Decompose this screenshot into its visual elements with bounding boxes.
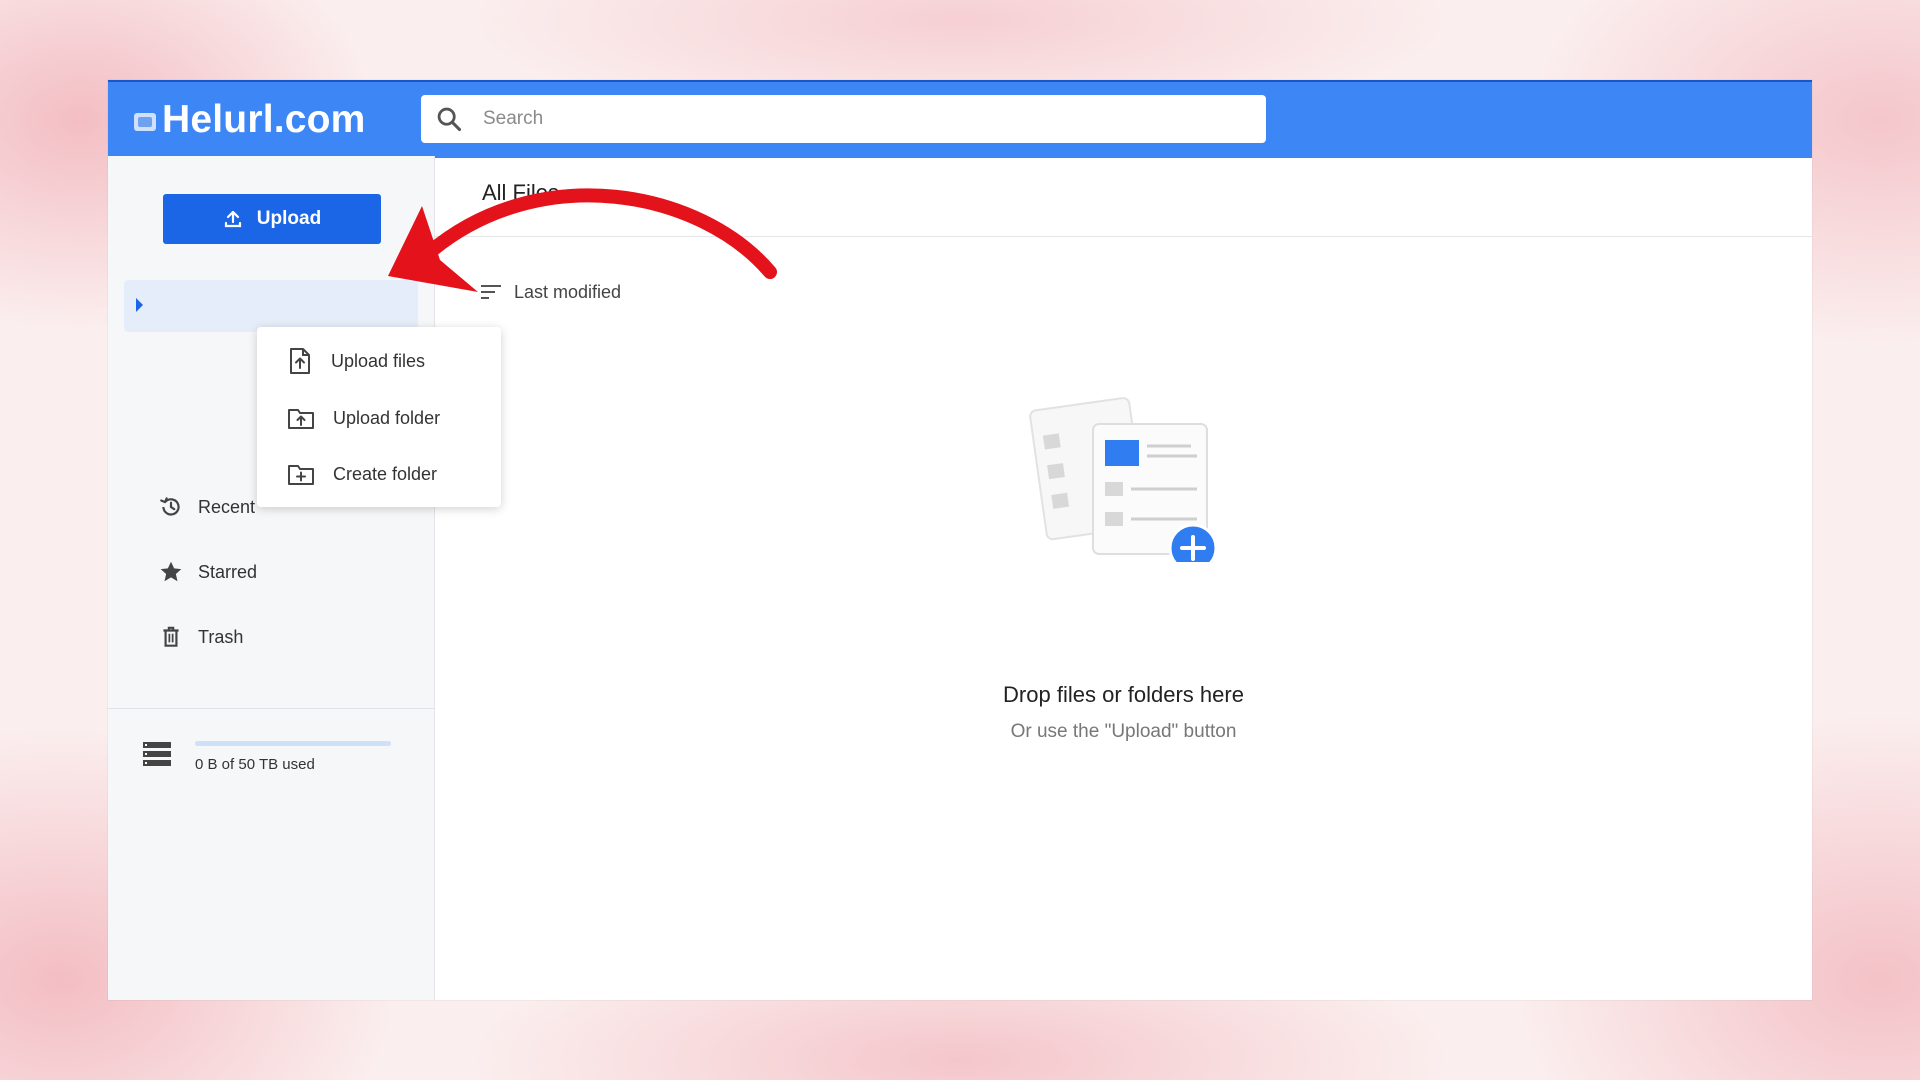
sidebar-item-recent[interactable]: Recent (158, 494, 255, 520)
menu-item-upload-files[interactable]: Upload files (257, 333, 501, 389)
storage-usage-text: 0 B of 50 TB used (195, 756, 315, 773)
trash-icon (163, 626, 179, 647)
history-icon (160, 497, 180, 516)
logo-icon (134, 113, 156, 131)
star-icon (160, 561, 182, 582)
storage-icon (143, 742, 171, 766)
upload-icon (224, 210, 241, 228)
search-input[interactable] (481, 107, 1245, 131)
top-bar: Helurl.com (108, 80, 1812, 158)
sidebar-item-starred[interactable]: Starred (158, 559, 257, 585)
upload-button[interactable]: Upload (163, 194, 381, 244)
search-icon (437, 107, 462, 132)
sidebar-item-trash[interactable]: Trash (158, 624, 243, 650)
search-box[interactable] (421, 95, 1266, 143)
sidebar-item-label: Starred (198, 561, 258, 582)
logo-text: Helurl.com (162, 98, 366, 141)
file-upload-icon (290, 348, 310, 374)
empty-state-title: Drop files or folders here (1003, 682, 1244, 707)
menu-item-label: Upload files (331, 350, 426, 371)
app-window: Helurl.com Upload Re (108, 80, 1812, 1000)
storage-usage-bar (195, 741, 391, 746)
menu-item-create-folder[interactable]: Create folder (257, 446, 501, 502)
upload-dropdown-menu: Upload files Upload folder Create folder (257, 327, 501, 507)
sidebar-item-label: Trash (198, 626, 244, 647)
caret-right-icon (136, 298, 143, 312)
empty-state-illustration (1029, 397, 1218, 562)
menu-item-label: Upload folder (333, 407, 441, 428)
sidebar-divider (108, 708, 434, 709)
annotation-arrow (388, 188, 777, 292)
folder-add-icon (288, 465, 314, 485)
folder-upload-icon (288, 409, 314, 429)
sidebar-item-label: Recent (198, 496, 256, 517)
logo[interactable]: Helurl.com (134, 98, 366, 142)
menu-item-upload-folder[interactable]: Upload folder (257, 390, 501, 446)
upload-button-label: Upload (256, 208, 322, 229)
empty-state-subtitle: Or use the "Upload" button (1010, 721, 1237, 742)
menu-item-label: Create folder (333, 463, 438, 484)
